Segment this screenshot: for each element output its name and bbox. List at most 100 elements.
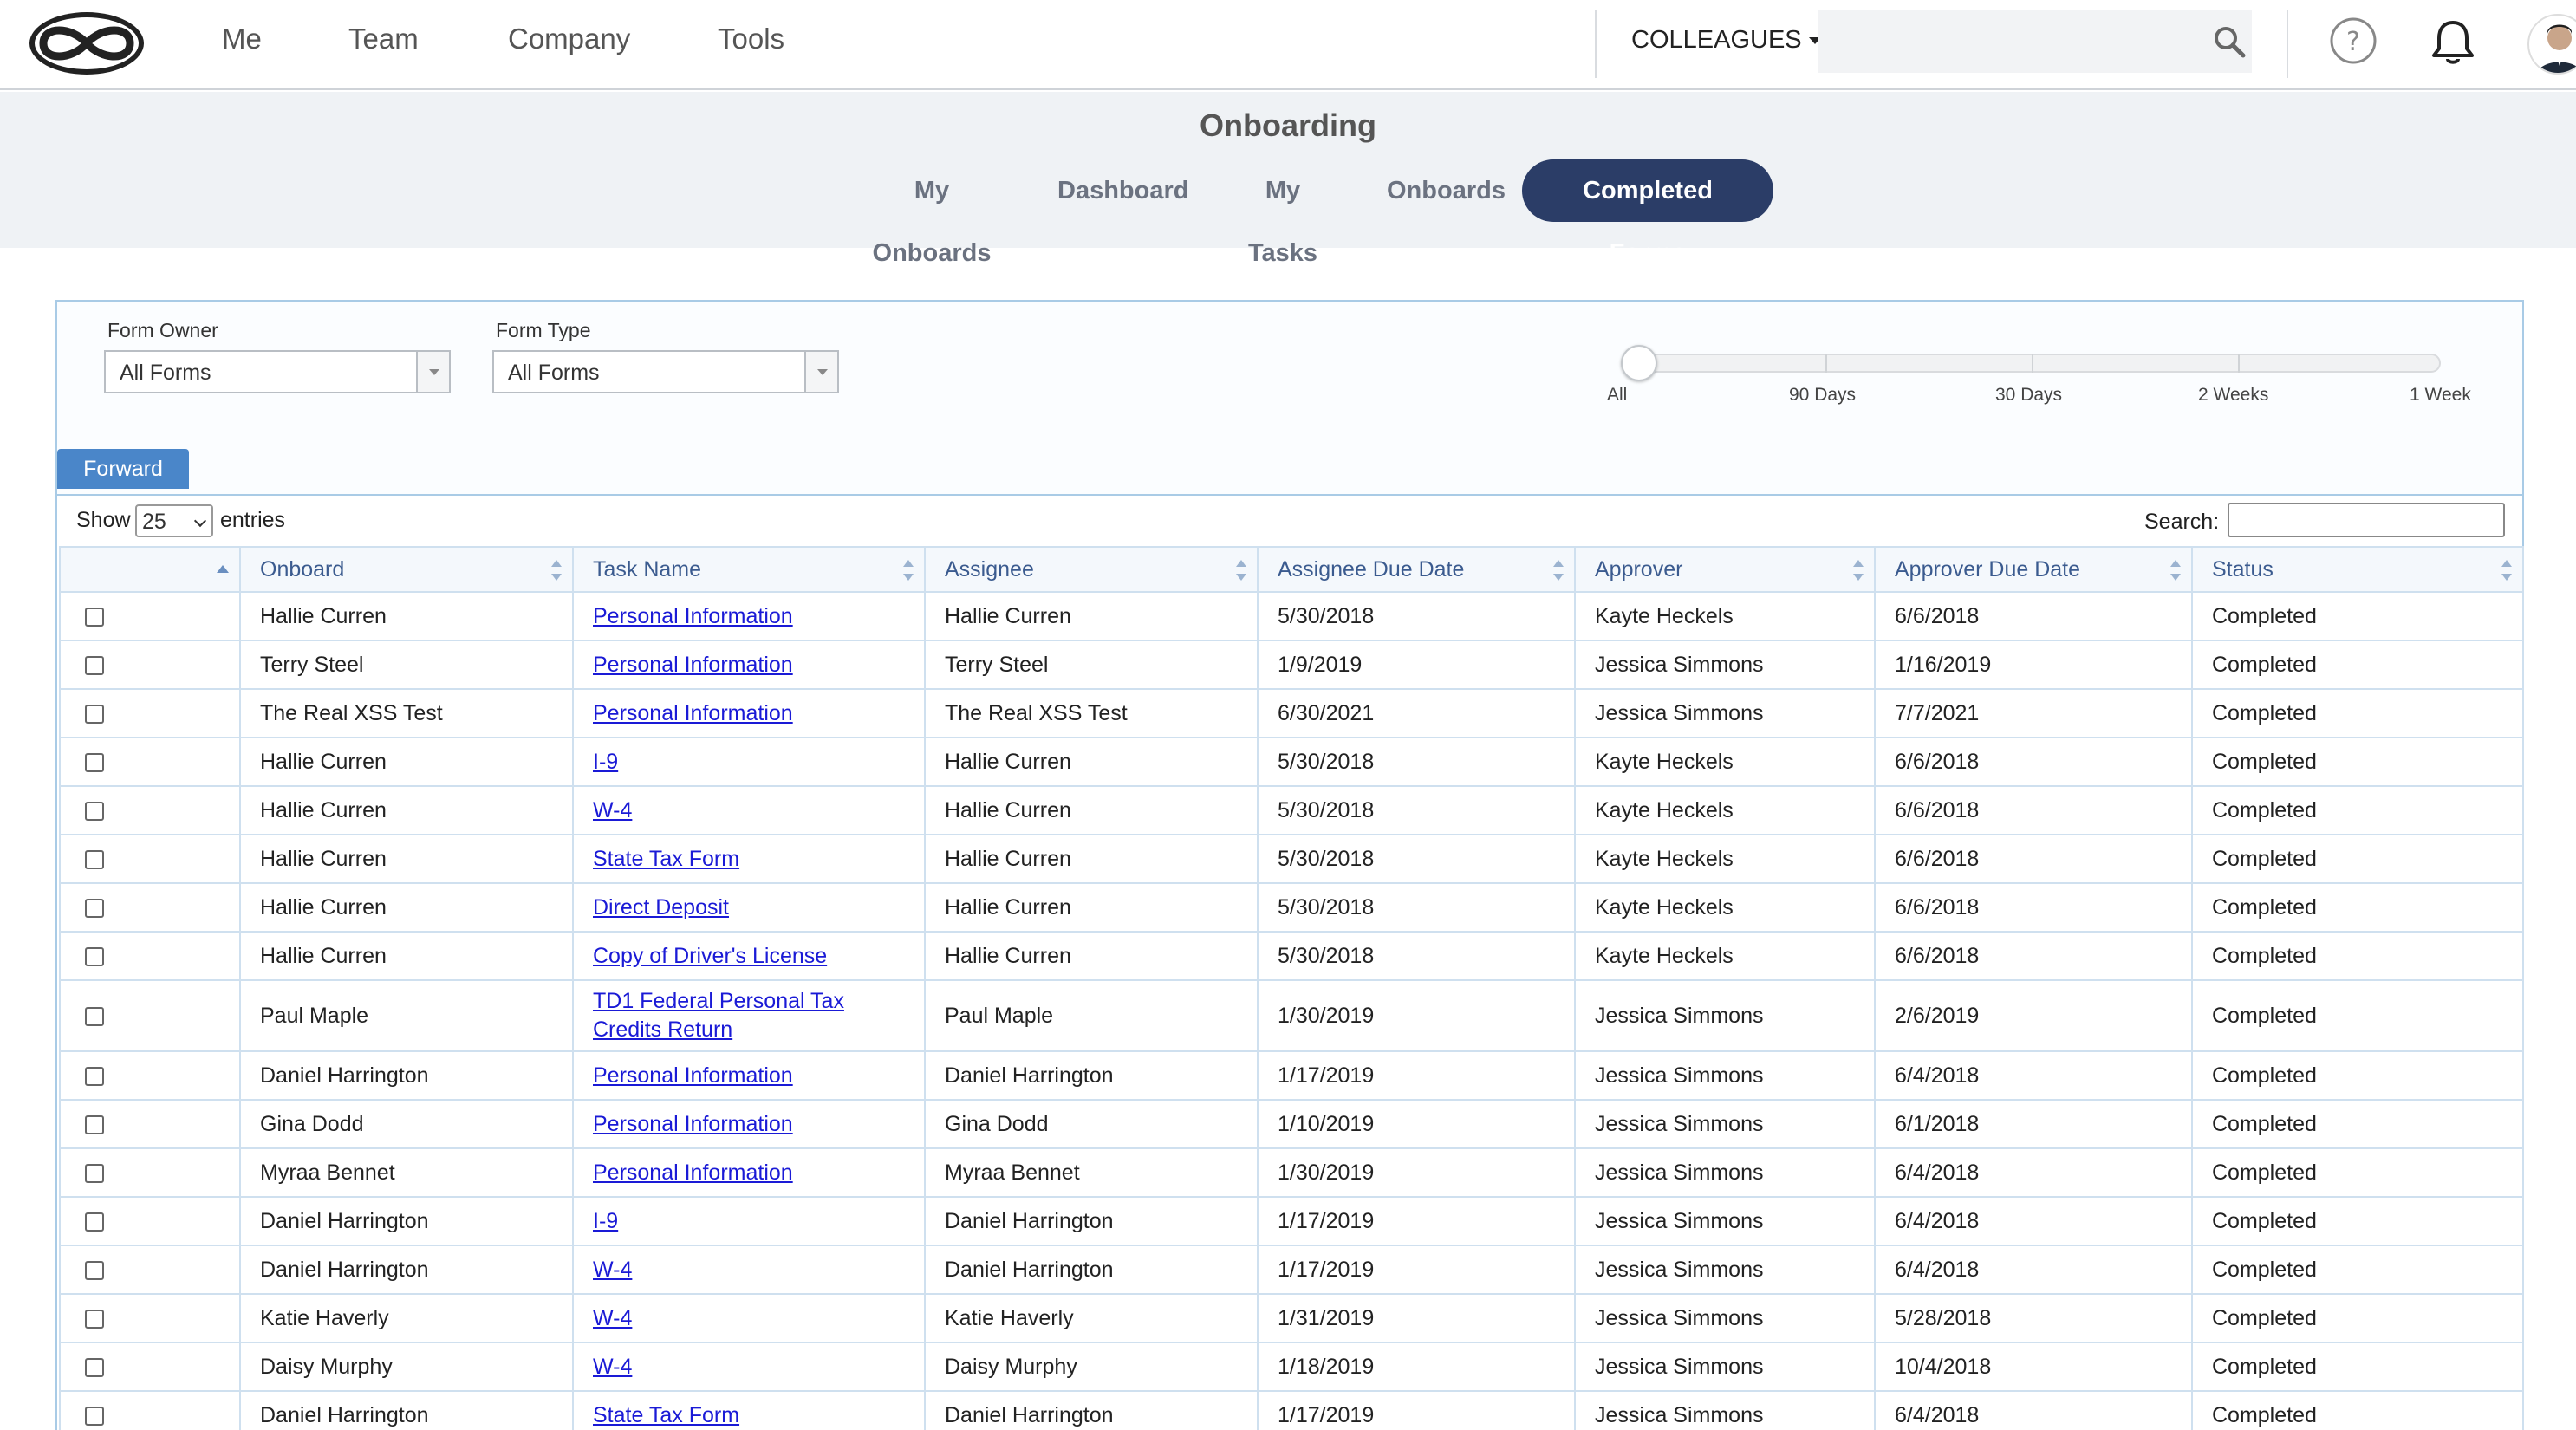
tab-completed-forms[interactable]: Completed Forms <box>1522 159 1773 267</box>
tab-onboards[interactable]: Onboards <box>1387 159 1506 222</box>
task-name-link[interactable]: Direct Deposit <box>593 895 729 920</box>
table-search-input[interactable] <box>2228 503 2505 537</box>
colleagues-dropdown[interactable]: COLLEAGUES <box>1631 26 1821 55</box>
approver-text: Jessica Simmons <box>1595 700 1764 725</box>
row-checkbox[interactable] <box>85 704 104 724</box>
row-checkbox[interactable] <box>85 1260 104 1280</box>
row-checkbox[interactable] <box>85 1115 104 1134</box>
global-search-input[interactable] <box>1818 10 2252 73</box>
onboard-cell: Hallie Curren <box>239 591 574 641</box>
infinity-logo-icon[interactable] <box>26 9 147 78</box>
range-label-2-weeks[interactable]: 2 Weeks <box>2198 385 2268 406</box>
status-cell: Completed <box>2191 1293 2524 1343</box>
row-checkbox[interactable] <box>85 607 104 627</box>
assignee-due-date-cell: 1/10/2019 <box>1257 1099 1576 1149</box>
approver-due-date-cell: 6/1/2018 <box>1874 1099 2193 1149</box>
approver-due-date-cell: 6/6/2018 <box>1874 931 2193 981</box>
row-checkbox[interactable] <box>85 849 104 869</box>
status-text: Completed <box>2212 1305 2317 1330</box>
tab-dashboard[interactable]: Dashboard <box>1057 159 1188 222</box>
range-label-1-week[interactable]: 1 Week <box>2410 385 2471 406</box>
row-checkbox[interactable] <box>85 1212 104 1232</box>
row-checkbox[interactable] <box>85 655 104 675</box>
task-name-link[interactable]: I-9 <box>593 1209 618 1233</box>
column-header-approver[interactable]: Approver <box>1574 546 1876 593</box>
form-type-select[interactable]: All Forms <box>492 350 839 393</box>
task-name-link[interactable]: Personal Information <box>593 653 793 677</box>
status-text: Completed <box>2212 1208 2317 1233</box>
form-owner-select[interactable]: All Forms <box>104 350 451 393</box>
assignee-due-date-text: 6/30/2021 <box>1278 700 1375 725</box>
task-name-link[interactable]: W-4 <box>593 1306 632 1330</box>
tab-my-onboards[interactable]: My Onboards <box>858 159 1005 267</box>
forward-button[interactable]: Forward <box>57 449 189 489</box>
approver-text: Jessica Simmons <box>1595 1354 1764 1379</box>
task-name-link[interactable]: Personal Information <box>593 1160 793 1185</box>
status-cell: Completed <box>2191 1196 2524 1246</box>
approver-due-date-text: 6/6/2018 <box>1895 797 1980 822</box>
task-name-link[interactable]: State Tax Form <box>593 847 739 871</box>
nav-tools[interactable]: Tools <box>718 23 784 55</box>
onboard-text: Katie Haverly <box>260 1305 389 1330</box>
sort-icon <box>1236 560 1246 581</box>
assignee-due-date-text: 1/30/2019 <box>1278 1003 1375 1028</box>
onboard-cell: Daniel Harrington <box>239 1196 574 1246</box>
status-text: Completed <box>2212 797 2317 822</box>
row-checkbox[interactable] <box>85 946 104 966</box>
status-text: Completed <box>2212 1257 2317 1282</box>
date-range-slider[interactable] <box>1626 354 2441 373</box>
approver-cell: Kayte Heckels <box>1574 737 1876 787</box>
onboard-cell: Daniel Harrington <box>239 1390 574 1430</box>
table-row: Hallie Curren Personal Information Hallie … <box>59 591 2524 641</box>
nav-company[interactable]: Company <box>508 23 630 55</box>
row-checkbox[interactable] <box>85 1006 104 1026</box>
row-checkbox[interactable] <box>85 1357 104 1377</box>
task-name-link[interactable]: Copy of Driver's License <box>593 944 827 968</box>
status-text: Completed <box>2212 846 2317 871</box>
task-name-link[interactable]: W-4 <box>593 1355 632 1379</box>
row-checkbox[interactable] <box>85 1309 104 1329</box>
range-label-all[interactable]: All <box>1607 385 1627 406</box>
task-name-link[interactable]: W-4 <box>593 1258 632 1282</box>
column-header-status[interactable]: Status <box>2191 546 2524 593</box>
row-checkbox[interactable] <box>85 1163 104 1183</box>
slider-handle[interactable] <box>1621 345 1657 381</box>
column-header-select[interactable] <box>59 546 241 593</box>
task-name-link[interactable]: I-9 <box>593 750 618 774</box>
row-checkbox[interactable] <box>85 752 104 772</box>
column-header-assignee-due-date[interactable]: Assignee Due Date <box>1257 546 1576 593</box>
nav-me[interactable]: Me <box>222 23 262 55</box>
onboard-text: Hallie Curren <box>260 603 387 628</box>
task-name-link[interactable]: TD1 Federal Personal Tax Credits Return <box>593 989 844 1042</box>
assignee-due-date-text: 5/30/2018 <box>1278 943 1375 968</box>
row-checkbox[interactable] <box>85 1066 104 1086</box>
column-header-assignee[interactable]: Assignee <box>924 546 1259 593</box>
search-icon[interactable] <box>2212 24 2247 59</box>
column-header-onboard[interactable]: Onboard <box>239 546 574 593</box>
task-name-link[interactable]: Personal Information <box>593 604 793 628</box>
user-avatar[interactable] <box>2527 14 2576 75</box>
task-name-link[interactable]: State Tax Form <box>593 1403 739 1427</box>
column-header-task-name[interactable]: Task Name <box>572 546 926 593</box>
approver-cell: Jessica Simmons <box>1574 1390 1876 1430</box>
onboard-cell: The Real XSS Test <box>239 688 574 738</box>
table-row: Paul Maple TD1 Federal Personal Tax Credi… <box>59 979 2524 1052</box>
page-length-select[interactable]: 25 <box>135 504 213 537</box>
task-name-link[interactable]: Personal Information <box>593 1063 793 1088</box>
column-header-approver-due-date[interactable]: Approver Due Date <box>1874 546 2193 593</box>
task-name-link[interactable]: W-4 <box>593 798 632 822</box>
row-checkbox[interactable] <box>85 898 104 918</box>
task-name-link[interactable]: Personal Information <box>593 1112 793 1136</box>
assignee-due-date-text: 1/30/2019 <box>1278 1160 1375 1185</box>
row-checkbox[interactable] <box>85 801 104 821</box>
help-icon[interactable]: ? <box>2328 16 2378 66</box>
tab-my-tasks[interactable]: My Tasks <box>1229 159 1337 267</box>
nav-team[interactable]: Team <box>348 23 419 55</box>
range-label-30-days[interactable]: 30 Days <box>1995 385 2062 406</box>
notification-bell-icon[interactable] <box>2427 16 2479 68</box>
range-label-90-days[interactable]: 90 Days <box>1789 385 1856 406</box>
chevron-down-icon <box>193 514 207 528</box>
row-checkbox[interactable] <box>85 1406 104 1426</box>
onboard-cell: Terry Steel <box>239 640 574 690</box>
task-name-link[interactable]: Personal Information <box>593 701 793 725</box>
